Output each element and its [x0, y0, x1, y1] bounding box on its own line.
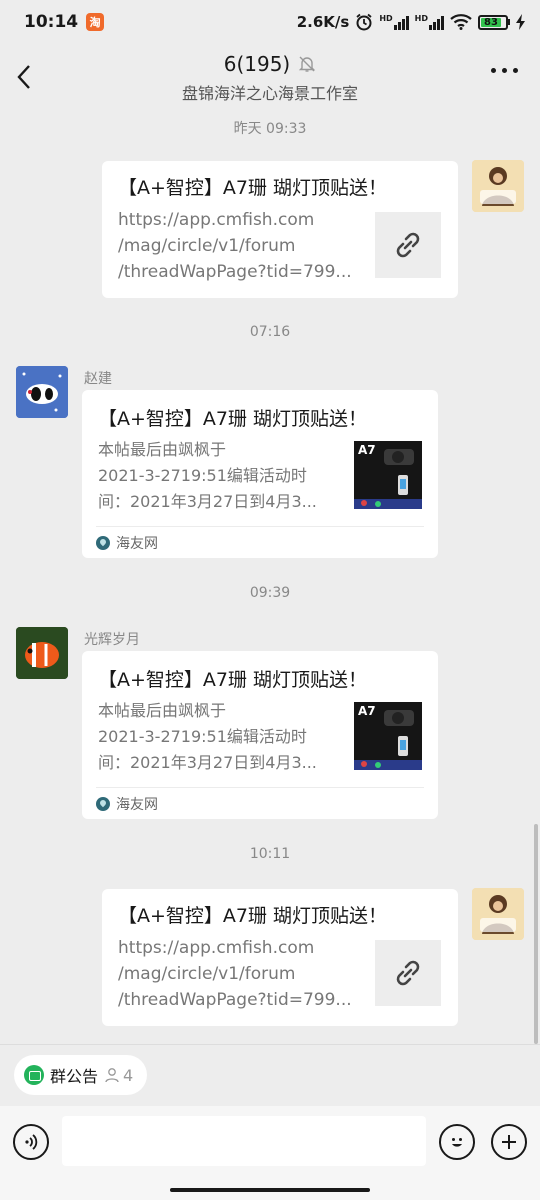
article-thumbnail: A7 — [354, 441, 422, 509]
thumbnail-label: A7 — [358, 443, 376, 457]
battery-icon: 83 — [478, 14, 510, 30]
link-url-line: /threadWapPage?tid=799... — [118, 262, 352, 282]
input-bar — [0, 1106, 540, 1200]
description-line: 本帖最后由飒枫于 — [98, 440, 227, 459]
source-name: 海友网 — [116, 796, 158, 813]
title-block: 6(195) 盘锦海洋之心海景工作室 — [0, 52, 540, 104]
hd-label-2: HD — [414, 14, 428, 23]
member-count: 4 — [104, 1066, 133, 1085]
status-time: 10:14 — [24, 12, 79, 32]
voice-icon[interactable] — [13, 1124, 49, 1160]
sender-name: 光辉岁月 — [84, 632, 140, 648]
chat-header: 6(195) 盘锦海洋之心海景工作室 — [0, 44, 540, 114]
article-card[interactable]: 【A+智控】A7珊 瑚灯顶贴送！ 本帖最后由飒枫于 2021-3-2719:51… — [82, 651, 438, 819]
link-url-line: /mag/circle/v1/forum — [118, 236, 296, 256]
avatar[interactable] — [16, 366, 68, 418]
description-line: 2021-3-2719:51编辑活动时 — [98, 727, 307, 746]
bell-muted-icon — [299, 56, 316, 72]
article-thumbnail: A7 — [354, 702, 422, 770]
link-icon — [375, 212, 441, 278]
charging-icon — [516, 14, 525, 30]
link-url-line: /mag/circle/v1/forum — [118, 964, 296, 984]
message-timestamp: 10:11 — [249, 846, 291, 862]
signal-bars-icon — [429, 14, 444, 30]
alarm-icon — [356, 13, 372, 31]
chat-title: 6(195) — [223, 52, 291, 76]
source-row: 海友网 — [96, 787, 424, 819]
source-name: 海友网 — [116, 535, 158, 552]
haiyou-logo-icon — [96, 796, 110, 811]
avatar[interactable] — [472, 160, 524, 212]
link-icon — [375, 940, 441, 1006]
link-card[interactable]: 【A+智控】A7珊 瑚灯顶贴送！ https://app.cmfish.com … — [102, 889, 458, 1026]
link-url-line: https://app.cmfish.com — [118, 210, 315, 230]
message-timestamp: 07:16 — [249, 324, 291, 340]
description-line: 间：2021年3月27日到4月3... — [98, 492, 317, 511]
person-icon — [105, 1068, 119, 1083]
link-url-line: /threadWapPage?tid=799... — [118, 990, 352, 1010]
net-speed: 2.6K/s — [296, 13, 350, 31]
wifi-icon — [450, 14, 472, 30]
status-bar: 10:14 淘 2.6K/s HD HD 83 — [0, 0, 540, 44]
avatar[interactable] — [472, 888, 524, 940]
chat-title-row: 6(195) — [224, 52, 317, 76]
avatar[interactable] — [16, 627, 68, 679]
signal-bars-icon — [393, 14, 409, 30]
battery-level: 83 — [481, 17, 501, 27]
link-url: https://app.cmfish.com /mag/circle/v1/fo… — [118, 935, 358, 1013]
thumbnail-label: A7 — [358, 704, 376, 718]
home-indicator — [170, 1188, 370, 1192]
avatar-illustration — [16, 627, 68, 679]
source-row: 海友网 — [96, 526, 424, 558]
scrollbar[interactable] — [534, 824, 538, 1044]
message-input[interactable] — [62, 1116, 426, 1166]
group-notice-label: 群公告 — [50, 1067, 99, 1086]
signal-1: HD — [379, 14, 409, 30]
avatar-illustration — [16, 366, 68, 418]
signal-2: HD — [415, 14, 444, 30]
description-line: 2021-3-2719:51编辑活动时 — [98, 466, 307, 485]
hd-label-1: HD — [379, 14, 393, 23]
group-notice-button[interactable]: 群公告 4 — [14, 1055, 148, 1095]
emoji-icon[interactable] — [439, 1124, 475, 1160]
avatar-illustration — [472, 160, 524, 212]
chat-subtitle: 盘锦海洋之心海景工作室 — [181, 84, 358, 103]
taobao-icon: 淘 — [86, 13, 105, 31]
description-line: 本帖最后由飒枫于 — [98, 701, 227, 720]
description-line: 间：2021年3月27日到4月3... — [98, 753, 317, 772]
notice-bar: 群公告 4 — [0, 1044, 540, 1106]
sender-name: 赵建 — [84, 371, 112, 387]
status-right: 2.6K/s HD HD 83 — [297, 13, 526, 31]
link-card[interactable]: 【A+智控】A7珊 瑚灯顶贴送！ https://app.cmfish.com … — [102, 161, 458, 298]
card-description: 本帖最后由飒枫于 2021-3-2719:51编辑活动时 间：2021年3月27… — [98, 437, 338, 515]
more-dots-icon[interactable] — [491, 68, 518, 73]
card-title: 【A+智控】A7珊 瑚灯顶贴送！ — [118, 905, 388, 927]
message-timestamp: 09:39 — [249, 585, 291, 601]
card-title: 【A+智控】A7珊 瑚灯顶贴送！ — [98, 669, 368, 691]
card-title: 【A+智控】A7珊 瑚灯顶贴送！ — [98, 408, 368, 430]
card-description: 本帖最后由飒枫于 2021-3-2719:51编辑活动时 间：2021年3月27… — [98, 698, 338, 776]
article-card[interactable]: 【A+智控】A7珊 瑚灯顶贴送！ 本帖最后由飒枫于 2021-3-2719:51… — [82, 390, 438, 558]
link-url: https://app.cmfish.com /mag/circle/v1/fo… — [118, 207, 358, 285]
plus-icon[interactable] — [491, 1124, 527, 1160]
message-timestamp: 昨天 09:33 — [233, 121, 307, 137]
member-count-value: 4 — [123, 1065, 134, 1085]
avatar-illustration — [472, 888, 524, 940]
announcement-icon — [24, 1065, 44, 1085]
card-title: 【A+智控】A7珊 瑚灯顶贴送！ — [118, 177, 388, 199]
link-url-line: https://app.cmfish.com — [118, 938, 315, 958]
haiyou-logo-icon — [96, 535, 110, 550]
